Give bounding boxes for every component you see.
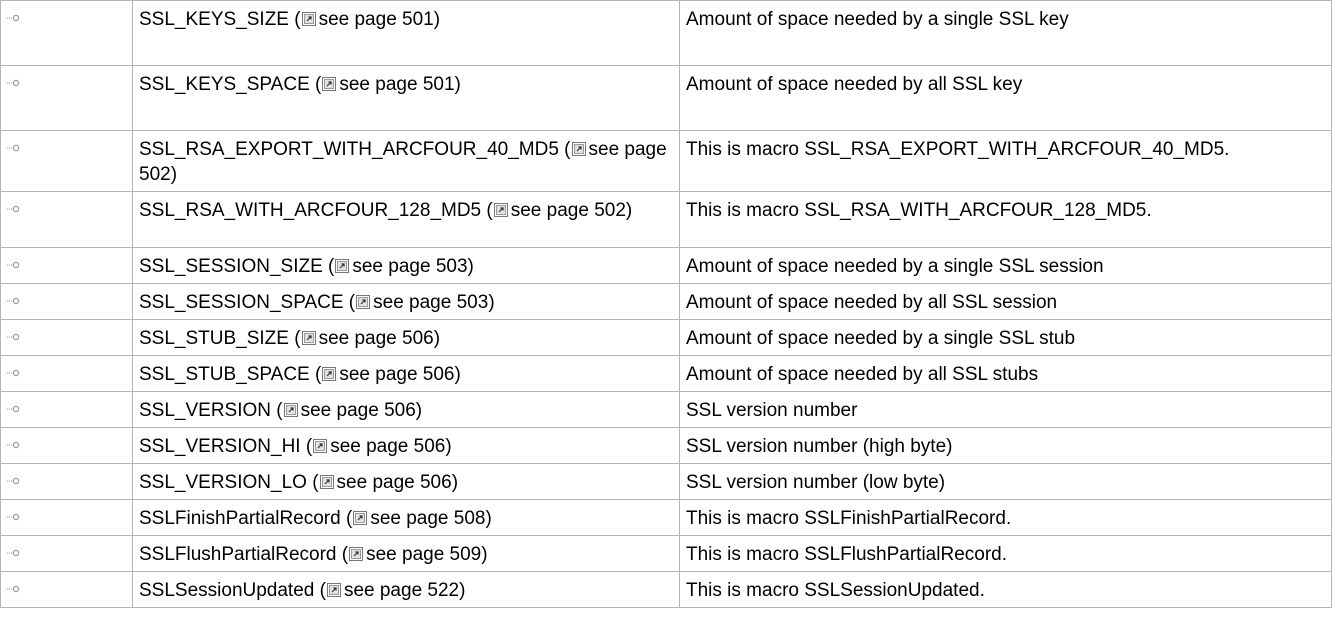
macro-icon — [6, 14, 20, 22]
link-arrow-icon[interactable] — [349, 547, 364, 561]
macro-icon — [6, 513, 20, 521]
macro-name: SSLSessionUpdated — [139, 580, 315, 601]
macro-name: SSL_RSA_EXPORT_WITH_ARCFOUR_40_MD5 — [139, 139, 559, 160]
macro-description: Amount of space needed by a single SSL s… — [679, 247, 1332, 284]
macro-icon — [6, 144, 20, 152]
macro-description: SSL version number (low byte) — [679, 463, 1332, 500]
macro-name: SSL_STUB_SIZE — [139, 328, 289, 349]
macro-description: This is macro SSLSessionUpdated. — [679, 571, 1332, 608]
table-row: SSL_VERSION (see page 506) SSL version n… — [0, 391, 1332, 428]
link-arrow-icon[interactable] — [326, 583, 341, 597]
table-row: SSL_KEYS_SIZE (see page 501) Amount of s… — [0, 0, 1332, 66]
macro-description: Amount of space needed by all SSL sessio… — [679, 283, 1332, 320]
link-arrow-icon[interactable] — [335, 259, 350, 273]
macro-icon — [6, 549, 20, 557]
macro-name-cell: SSL_RSA_WITH_ARCFOUR_128_MD5 (see page 5… — [132, 191, 680, 248]
link-arrow-icon[interactable] — [571, 142, 586, 156]
see-page-link[interactable]: see page 501 — [319, 9, 434, 30]
macro-icon — [6, 297, 20, 305]
table-row: SSL_STUB_SIZE (see page 506) Amount of s… — [0, 319, 1332, 356]
table-row: SSL_VERSION_HI (see page 506) SSL versio… — [0, 427, 1332, 464]
table-row: SSLFlushPartialRecord (see page 509) Thi… — [0, 535, 1332, 572]
macro-description: This is macro SSLFinishPartialRecord. — [679, 499, 1332, 536]
see-page-link[interactable]: see page 506 — [330, 436, 445, 457]
macro-name-cell: SSL_VERSION (see page 506) — [132, 391, 680, 428]
see-page-link[interactable]: see page 503 — [352, 256, 467, 277]
macro-name-cell: SSL_STUB_SIZE (see page 506) — [132, 319, 680, 356]
link-arrow-icon[interactable] — [322, 367, 337, 381]
macro-description: SSL version number (high byte) — [679, 427, 1332, 464]
macro-name-cell: SSL_STUB_SPACE (see page 506) — [132, 355, 680, 392]
macro-name: SSL_KEYS_SPACE — [139, 74, 310, 95]
link-arrow-icon[interactable] — [319, 475, 334, 489]
macro-icon — [6, 585, 20, 593]
link-arrow-icon[interactable] — [283, 403, 298, 417]
macro-name: SSL_KEYS_SIZE — [139, 9, 289, 30]
macro-name-cell: SSL_SESSION_SPACE (see page 503) — [132, 283, 680, 320]
macro-icon — [6, 441, 20, 449]
table-row: SSL_SESSION_SPACE (see page 503) Amount … — [0, 283, 1332, 320]
see-page-link[interactable]: see page 509 — [366, 544, 481, 565]
macro-description: This is macro SSL_RSA_EXPORT_WITH_ARCFOU… — [679, 130, 1332, 192]
macro-icon — [6, 477, 20, 485]
link-arrow-icon[interactable] — [322, 77, 337, 91]
macro-icon — [6, 333, 20, 341]
macro-name: SSL_VERSION_HI — [139, 436, 301, 457]
macro-name: SSLFinishPartialRecord — [139, 508, 341, 529]
macro-description: Amount of space needed by a single SSL k… — [679, 0, 1332, 66]
macro-name: SSL_STUB_SPACE — [139, 364, 310, 385]
macro-name-cell: SSLFlushPartialRecord (see page 509) — [132, 535, 680, 572]
macro-name: SSL_VERSION — [139, 400, 271, 421]
link-arrow-icon[interactable] — [301, 331, 316, 345]
macro-icon — [6, 79, 20, 87]
table-row: SSLFinishPartialRecord (see page 508) Th… — [0, 499, 1332, 536]
link-arrow-icon[interactable] — [353, 511, 368, 525]
macro-name: SSL_VERSION_LO — [139, 472, 307, 493]
table-row: SSL_KEYS_SPACE (see page 501) Amount of … — [0, 65, 1332, 131]
macro-name: SSL_SESSION_SPACE — [139, 292, 344, 313]
see-page-link[interactable]: see page 506 — [337, 472, 452, 493]
see-page-link[interactable]: see page 508 — [370, 508, 485, 529]
link-arrow-icon[interactable] — [356, 295, 371, 309]
macro-icon — [6, 261, 20, 269]
table-row: SSL_SESSION_SIZE (see page 503) Amount o… — [0, 247, 1332, 284]
macro-description: This is macro SSL_RSA_WITH_ARCFOUR_128_M… — [679, 191, 1332, 248]
see-page-link[interactable]: see page 503 — [373, 292, 488, 313]
see-page-link[interactable]: see page 506 — [301, 400, 416, 421]
macro-name-cell: SSL_SESSION_SIZE (see page 503) — [132, 247, 680, 284]
macro-icon — [6, 205, 20, 213]
macro-name: SSL_RSA_WITH_ARCFOUR_128_MD5 — [139, 200, 482, 221]
table-row: SSL_STUB_SPACE (see page 506) Amount of … — [0, 355, 1332, 392]
see-page-link[interactable]: see page 506 — [319, 328, 434, 349]
macro-name-cell: SSL_VERSION_LO (see page 506) — [132, 463, 680, 500]
macro-icon — [6, 369, 20, 377]
macro-name-cell: SSL_RSA_EXPORT_WITH_ARCFOUR_40_MD5 (see … — [132, 130, 680, 192]
macro-description: Amount of space needed by all SSL stubs — [679, 355, 1332, 392]
macro-name: SSL_SESSION_SIZE — [139, 256, 323, 277]
table-row: SSL_RSA_EXPORT_WITH_ARCFOUR_40_MD5 (see … — [0, 130, 1332, 192]
link-arrow-icon[interactable] — [313, 439, 328, 453]
link-arrow-icon[interactable] — [301, 12, 316, 26]
see-page-link[interactable]: see page 501 — [339, 74, 454, 95]
macro-icon — [6, 405, 20, 413]
see-page-link[interactable]: see page 522 — [344, 580, 459, 601]
macro-description: This is macro SSLFlushPartialRecord. — [679, 535, 1332, 572]
table-row: SSL_VERSION_LO (see page 506) SSL versio… — [0, 463, 1332, 500]
macro-name: SSLFlushPartialRecord — [139, 544, 337, 565]
macro-table: SSL_KEYS_SIZE (see page 501) Amount of s… — [0, 0, 1332, 608]
macro-name-cell: SSLSessionUpdated (see page 522) — [132, 571, 680, 608]
link-arrow-icon[interactable] — [493, 203, 508, 217]
see-page-link[interactable]: see page 502 — [511, 200, 626, 221]
table-row: SSL_RSA_WITH_ARCFOUR_128_MD5 (see page 5… — [0, 191, 1332, 248]
macro-name-cell: SSL_KEYS_SPACE (see page 501) — [132, 65, 680, 131]
macro-name-cell: SSLFinishPartialRecord (see page 508) — [132, 499, 680, 536]
macro-description: Amount of space needed by all SSL key — [679, 65, 1332, 131]
macro-name-cell: SSL_VERSION_HI (see page 506) — [132, 427, 680, 464]
see-page-link[interactable]: see page 506 — [339, 364, 454, 385]
macro-name-cell: SSL_KEYS_SIZE (see page 501) — [132, 0, 680, 66]
macro-description: SSL version number — [679, 391, 1332, 428]
table-row: SSLSessionUpdated (see page 522) This is… — [0, 571, 1332, 608]
macro-description: Amount of space needed by a single SSL s… — [679, 319, 1332, 356]
